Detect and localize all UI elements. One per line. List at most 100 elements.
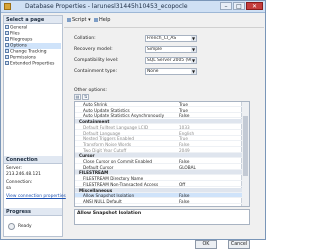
compatibility-level-select[interactable]: SQL Server 2005 (90) ▼: [145, 57, 197, 64]
database-properties-window: Database Properties - larunesl31445h1045…: [0, 0, 266, 249]
property-name: Close Cursor on Commit Enabled: [83, 159, 153, 164]
collation-label: Collation:: [74, 36, 96, 41]
property-category-row[interactable]: Miscellaneous: [75, 187, 242, 193]
property-row[interactable]: Default Fulltext Language LCID 1033: [75, 125, 242, 130]
page-icon: [5, 31, 9, 35]
property-value[interactable]: 1033: [179, 125, 241, 130]
recovery-model-select[interactable]: Simple ▼: [145, 46, 197, 53]
collation-value: French_CI_AS: [147, 36, 177, 41]
property-category-row[interactable]: Containment: [75, 119, 242, 125]
compatibility-level-value: SQL Server 2005 (90): [147, 58, 195, 63]
property-name: Auto Shrink: [83, 102, 108, 107]
property-value[interactable]: True: [179, 108, 241, 113]
property-row[interactable]: Allow Snapshot Isolation False: [75, 193, 242, 199]
property-category-name: Containment: [79, 119, 110, 125]
left-panel: Select a page General Files Filegroups O…: [3, 15, 66, 237]
server-value: 213.246.48.121: [6, 172, 41, 177]
property-category-row[interactable]: FILESTREAM: [75, 170, 242, 176]
compatibility-level-label: Compatibility level:: [74, 58, 119, 63]
property-category-name: FILESTREAM: [79, 170, 109, 176]
property-name: FILESTREAM Non-Transacted Access: [83, 181, 159, 187]
window-title: Database Properties - larunesl31445h1045…: [25, 3, 188, 10]
help-button[interactable]: Help: [94, 16, 110, 24]
page-item-extended-properties[interactable]: Extended Properties: [5, 61, 61, 67]
categorized-sort-button[interactable]: ▤: [74, 94, 81, 100]
property-name: Transform Noise Words: [83, 141, 132, 147]
property-row[interactable]: Auto Update Statistics True: [75, 108, 242, 113]
title-bar[interactable]: Database Properties - larunesl31445h1045…: [1, 1, 265, 13]
property-category-name: Cursor: [79, 153, 95, 159]
property-row[interactable]: Auto Update Statistics Asynchronously Fal…: [75, 113, 242, 119]
page-icon: [5, 55, 9, 59]
containment-type-value: None: [147, 69, 159, 74]
property-row[interactable]: FILESTREAM Non-Transacted Access Off: [75, 182, 242, 187]
recovery-model-value: Simple: [147, 47, 162, 52]
property-value[interactable]: False: [179, 193, 241, 198]
containment-type-label: Containment type:: [74, 69, 118, 74]
script-button[interactable]: Script ▾: [67, 16, 91, 24]
chevron-down-icon: ▼: [191, 69, 196, 74]
property-row[interactable]: ANSI NULL Default False: [75, 199, 242, 204]
options-property-grid[interactable]: Auto Shrink True Auto Update Statistics Tru…: [74, 101, 250, 207]
page-item-label: General: [10, 25, 28, 31]
minimize-button[interactable]: –: [220, 2, 232, 10]
property-value[interactable]: GLOBAL: [179, 165, 241, 170]
close-button[interactable]: ✕: [246, 2, 263, 10]
property-value[interactable]: False: [179, 159, 241, 164]
property-row[interactable]: Close Cursor on Commit Enabled False: [75, 159, 242, 164]
cancel-button[interactable]: Cancel: [228, 240, 250, 249]
maximize-button[interactable]: □: [233, 2, 245, 10]
property-category-row[interactable]: Cursor: [75, 153, 242, 159]
property-value[interactable]: Off: [179, 182, 241, 187]
property-value[interactable]: True: [179, 136, 241, 141]
property-row[interactable]: Two Digit Year Cutoff 2049: [75, 148, 242, 153]
database-icon: [4, 3, 11, 10]
property-grid-scrollbar[interactable]: [241, 102, 249, 206]
help-icon: [94, 17, 98, 22]
collation-select[interactable]: French_CI_AS ▼: [145, 35, 197, 42]
page-item-label: Permissions: [10, 55, 36, 61]
property-name: FILESTREAM Directory Name: [83, 176, 144, 182]
page-icon: [5, 49, 9, 53]
page-item-label: Files: [10, 31, 20, 37]
page-icon: [5, 43, 9, 47]
property-value[interactable]: False: [179, 142, 241, 147]
scrollbar-thumb[interactable]: [243, 116, 248, 176]
property-row[interactable]: Auto Shrink True: [75, 102, 242, 107]
property-name: ANSI NULL Default: [83, 198, 122, 204]
recovery-model-label: Recovery model:: [74, 47, 113, 52]
property-category-name: Miscellaneous: [79, 187, 113, 193]
property-value[interactable]: False: [179, 113, 241, 118]
property-description-box: Allow Snapshot Isolation: [74, 209, 250, 225]
property-description-title: Allow Snapshot Isolation: [77, 211, 142, 216]
property-name: Default Language: [83, 130, 121, 136]
property-row[interactable]: Transform Noise Words False: [75, 142, 242, 147]
property-value[interactable]: 2049: [179, 148, 241, 153]
ok-button[interactable]: OK: [195, 240, 217, 249]
options-panel: Script ▾ Help Collation: French_CI_AS ▼ R…: [64, 15, 264, 249]
property-name: Default Cursor: [83, 164, 114, 170]
containment-type-select[interactable]: None ▼: [145, 68, 197, 75]
property-value[interactable]: English: [179, 131, 241, 136]
property-name: Default Fulltext Language LCID: [83, 124, 149, 130]
property-row[interactable]: Default Language English: [75, 131, 242, 136]
page-item-label: Filegroups: [10, 37, 33, 43]
chevron-down-icon: ▼: [191, 58, 196, 63]
view-connection-properties-link[interactable]: View connection properties: [6, 194, 66, 200]
property-row[interactable]: FILESTREAM Directory Name: [75, 176, 242, 182]
property-value[interactable]: True: [179, 102, 241, 107]
property-row[interactable]: Default Cursor GLOBAL: [75, 165, 242, 170]
connection-value: sa: [6, 186, 11, 191]
chevron-down-icon: ▼: [191, 36, 196, 41]
property-name: Auto Update Statistics Asynchronously: [83, 113, 165, 119]
script-icon: [67, 17, 71, 22]
select-page-heading: Select a page: [4, 16, 62, 24]
toolbar-divider: [64, 27, 264, 28]
page-icon: [5, 37, 9, 41]
property-name: Two Digit Year Cutoff: [83, 147, 127, 153]
script-label: Script: [72, 17, 87, 23]
property-value[interactable]: False: [179, 199, 241, 204]
property-row[interactable]: Nested Triggers Enabled True: [75, 136, 242, 142]
progress-heading: Progress: [4, 208, 62, 216]
alphabetical-sort-button[interactable]: ⇅: [82, 94, 89, 100]
